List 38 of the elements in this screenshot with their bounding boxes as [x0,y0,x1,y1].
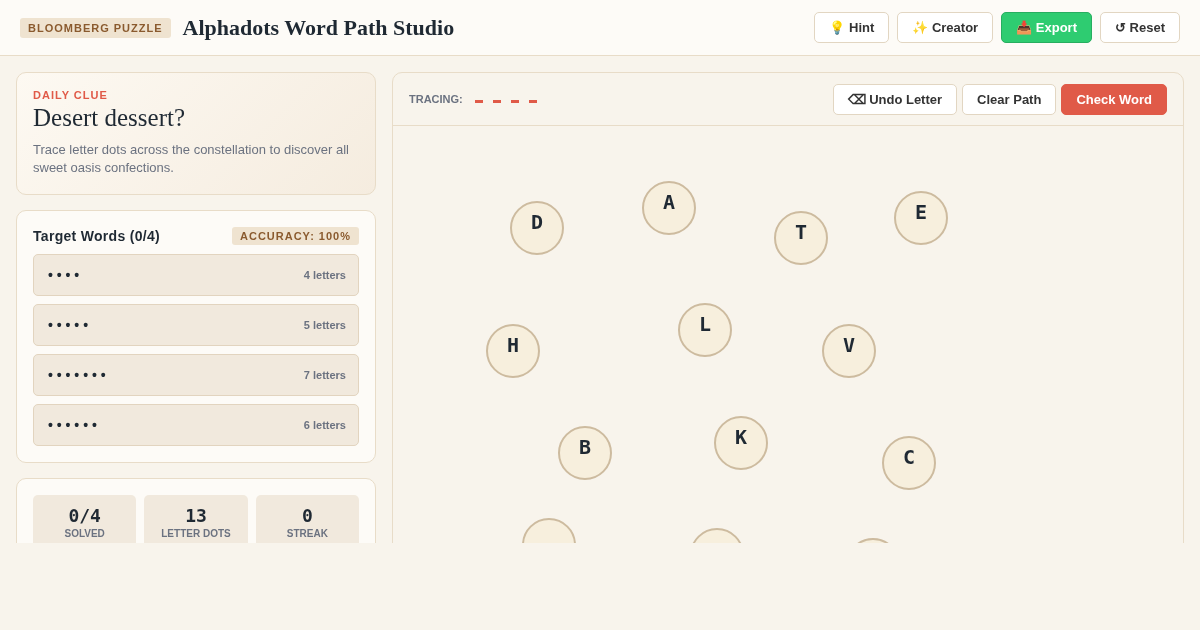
letter-dot[interactable]: V [822,324,876,378]
letter-dot[interactable]: L [678,303,732,357]
board-button[interactable]: Check Word [1061,83,1167,115]
letter-dot[interactable]: K [714,416,768,470]
word-mask: • • • • • • [48,417,97,433]
board-button[interactable]: Clear Path [962,83,1057,115]
app-title: Alphadots Word Path Studio [182,14,455,41]
clue-title: Desert dessert? [33,104,186,132]
stat-label: LETTER DOTS [161,528,231,539]
clue-eyebrow: DAILY CLUE [33,89,109,101]
header-button[interactable]: ✨ Creator [897,12,994,43]
word-length: 4 letters [303,269,346,281]
letter-dot[interactable]: B [558,426,612,480]
stat-value: 13 [185,505,207,526]
word-length: 5 letters [303,319,346,331]
board-button[interactable]: ⌫ Undo Letter [832,83,958,115]
header-button[interactable]: 💡 Hint [814,12,890,43]
stat-value: 0 [301,505,313,526]
letter-dot[interactable]: E [894,191,948,245]
letter-dot[interactable]: H [486,324,540,378]
accuracy-badge: ACCURACY: 100% [232,227,359,245]
header-button[interactable]: ↺ Reset [1099,12,1180,43]
letter-dot[interactable]: C [882,436,936,490]
puzzle-badge: BLOOMBERG PUZZLE [20,17,171,38]
letter-dot[interactable]: T [774,211,828,265]
stat-value: 0/4 [68,505,101,526]
word-mask: • • • • • [48,317,89,333]
stat-label: SOLVED [64,528,105,539]
letter-dot[interactable]: A [642,181,696,235]
word-length: 6 letters [303,419,346,431]
tracing-label: TRACING: [409,93,463,105]
word-mask: • • • • [48,267,80,283]
stat-label: STREAK [286,528,328,539]
word-mask: • • • • • • • [48,367,106,383]
clue-description: Trace letter dots across the constellation to discover all sweet oasis confections. [33,141,350,177]
letter-dot[interactable]: D [510,201,564,255]
target-words-title: Target Words (0/4) [33,228,160,244]
word-length: 7 letters [303,369,346,381]
